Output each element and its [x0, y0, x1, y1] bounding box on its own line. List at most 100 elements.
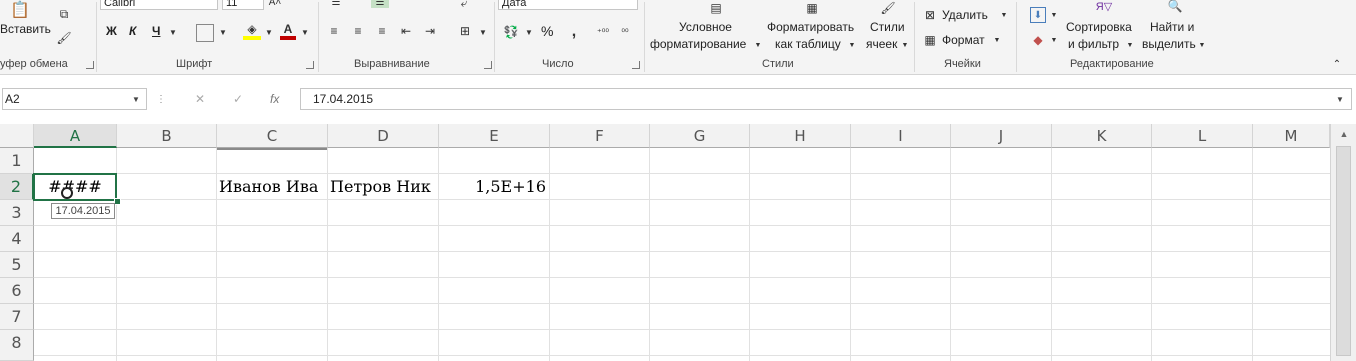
find-select-dropdown-icon[interactable]: ▼: [1198, 40, 1206, 50]
align-middle-icon[interactable]: ☰: [371, 0, 389, 8]
find-select-label-1[interactable]: Найти и: [1150, 20, 1194, 35]
align-left-icon[interactable]: ≡: [326, 24, 342, 38]
number-format-combo[interactable]: Дата: [498, 0, 638, 10]
align-right-icon[interactable]: ≡: [374, 24, 390, 38]
sort-filter-dropdown-icon[interactable]: ▼: [1126, 40, 1134, 50]
format-as-table-icon[interactable]: ▦: [800, 0, 824, 16]
column-header-m[interactable]: M: [1253, 124, 1330, 148]
column-header-l[interactable]: L: [1152, 124, 1253, 148]
borders-icon[interactable]: [196, 24, 214, 42]
grow-font-icon[interactable]: A˄: [268, 0, 282, 8]
cell-styles-dropdown-icon[interactable]: ▼: [901, 40, 909, 50]
format-cells-button[interactable]: Формат: [942, 33, 985, 48]
row-header-4[interactable]: 4: [0, 226, 34, 252]
expand-formula-bar-icon[interactable]: ▼: [1334, 93, 1346, 105]
cell-styles-label-1[interactable]: Стили: [870, 20, 905, 35]
row-header-8[interactable]: 8: [0, 330, 34, 361]
cell-styles-icon[interactable]: 🖌: [876, 0, 900, 16]
merge-center-icon[interactable]: ⊞: [456, 24, 474, 38]
column-header-f[interactable]: F: [550, 124, 650, 148]
borders-dropdown-icon[interactable]: ▼: [218, 26, 228, 38]
row-header-3[interactable]: 3: [0, 200, 34, 226]
scroll-thumb[interactable]: [1336, 146, 1351, 356]
fill-color-icon[interactable]: ◈: [243, 22, 261, 40]
font-name-combo[interactable]: Calibri: [100, 0, 218, 10]
comma-style-icon[interactable]: ,: [568, 23, 580, 40]
fill-dropdown-icon[interactable]: ▼: [1050, 10, 1058, 20]
accounting-format-icon[interactable]: 💱: [502, 24, 520, 40]
row-header-2[interactable]: 2: [0, 174, 34, 200]
column-header-k[interactable]: K: [1052, 124, 1152, 148]
format-cells-dropdown-icon[interactable]: ▼: [993, 35, 1001, 45]
column-header-g[interactable]: G: [650, 124, 750, 148]
number-launcher-icon[interactable]: [632, 61, 640, 69]
align-center-icon[interactable]: ≡: [350, 24, 366, 38]
bold-button[interactable]: Ж: [106, 24, 117, 39]
cancel-icon[interactable]: ✕: [192, 91, 208, 107]
name-box[interactable]: A2: [2, 88, 147, 110]
cell-e2[interactable]: 1,5E+16: [442, 174, 546, 200]
column-header-b[interactable]: B: [117, 124, 217, 148]
decrease-indent-icon[interactable]: ⇤: [398, 24, 414, 38]
format-painter-icon[interactable]: 🖌: [56, 30, 72, 46]
font-size-combo[interactable]: 11: [222, 0, 264, 10]
column-header-h[interactable]: H: [750, 124, 851, 148]
conditional-formatting-dropdown-icon[interactable]: ▼: [754, 40, 762, 50]
conditional-formatting-label-2[interactable]: форматирование: [650, 37, 746, 52]
clear-dropdown-icon[interactable]: ▼: [1050, 35, 1058, 45]
font-color-icon[interactable]: A: [280, 22, 296, 40]
find-select-label-2[interactable]: выделить: [1142, 37, 1196, 52]
merge-dropdown-icon[interactable]: ▼: [478, 26, 488, 38]
worksheet-grid[interactable]: A B C D E F G H I J K L M 1 2 3 4 5 6 7 …: [0, 124, 1330, 361]
underline-dropdown-icon[interactable]: ▼: [168, 26, 178, 38]
insert-function-button[interactable]: fx: [270, 88, 279, 110]
format-as-table-label-1[interactable]: Форматировать: [767, 20, 854, 35]
underline-button[interactable]: Ч: [152, 24, 160, 39]
increase-indent-icon[interactable]: ⇥: [422, 24, 438, 38]
format-cells-icon[interactable]: ▦: [922, 32, 938, 48]
format-as-table-label-2[interactable]: как таблицу: [775, 37, 841, 52]
enter-icon[interactable]: ✓: [230, 91, 246, 107]
percent-style-button[interactable]: %: [541, 24, 553, 39]
italic-button[interactable]: К: [129, 24, 136, 39]
select-all-corner[interactable]: [0, 124, 34, 148]
sort-filter-label-1[interactable]: Сортировка: [1066, 20, 1132, 35]
row-header-7[interactable]: 7: [0, 304, 34, 330]
font-launcher-icon[interactable]: [306, 61, 314, 69]
align-top-icon[interactable]: ☰: [328, 0, 344, 8]
cell-styles-label-2[interactable]: ячеек: [866, 37, 897, 52]
accounting-dropdown-icon[interactable]: ▼: [524, 26, 534, 38]
column-header-c[interactable]: C: [217, 124, 328, 148]
cell-d2[interactable]: Петров Ник: [330, 174, 438, 200]
scroll-up-icon[interactable]: ▲: [1338, 128, 1350, 140]
fill-handle[interactable]: [114, 198, 121, 205]
name-box-dropdown-icon[interactable]: ▼: [130, 93, 142, 105]
row-header-1[interactable]: 1: [0, 148, 34, 174]
column-header-e[interactable]: E: [439, 124, 550, 148]
conditional-formatting-label-1[interactable]: Условное: [679, 20, 732, 35]
sort-filter-icon[interactable]: Я▽: [1092, 0, 1116, 14]
column-header-j[interactable]: J: [951, 124, 1052, 148]
column-header-a[interactable]: A: [34, 124, 117, 148]
cell-c2[interactable]: Иванов Ива: [219, 174, 327, 200]
delete-cells-icon[interactable]: ⊠: [922, 7, 938, 23]
font-color-dropdown-icon[interactable]: ▼: [300, 26, 310, 38]
fill-color-dropdown-icon[interactable]: ▼: [264, 26, 274, 38]
increase-decimal-icon[interactable]: ⁺⁰⁰: [594, 24, 612, 40]
format-as-table-dropdown-icon[interactable]: ▼: [848, 40, 856, 50]
wrap-text-icon[interactable]: ⤶: [456, 0, 472, 10]
clear-icon[interactable]: ◆: [1030, 32, 1046, 48]
delete-cells-dropdown-icon[interactable]: ▼: [1000, 10, 1008, 20]
find-select-icon[interactable]: 🔍: [1164, 0, 1186, 14]
paste-button[interactable]: Вставить: [0, 22, 51, 37]
collapse-ribbon-icon[interactable]: ⌃: [1330, 58, 1344, 70]
column-header-d[interactable]: D: [328, 124, 439, 148]
delete-cells-button[interactable]: Удалить: [942, 8, 988, 23]
row-header-6[interactable]: 6: [0, 278, 34, 304]
clipboard-launcher-icon[interactable]: [86, 61, 94, 69]
alignment-launcher-icon[interactable]: [484, 61, 492, 69]
vertical-scrollbar[interactable]: ▲: [1330, 124, 1356, 361]
decrease-decimal-icon[interactable]: ⁰⁰: [616, 24, 634, 40]
sort-filter-label-2[interactable]: и фильтр: [1068, 37, 1119, 52]
formula-input[interactable]: 17.04.2015: [300, 88, 1352, 110]
